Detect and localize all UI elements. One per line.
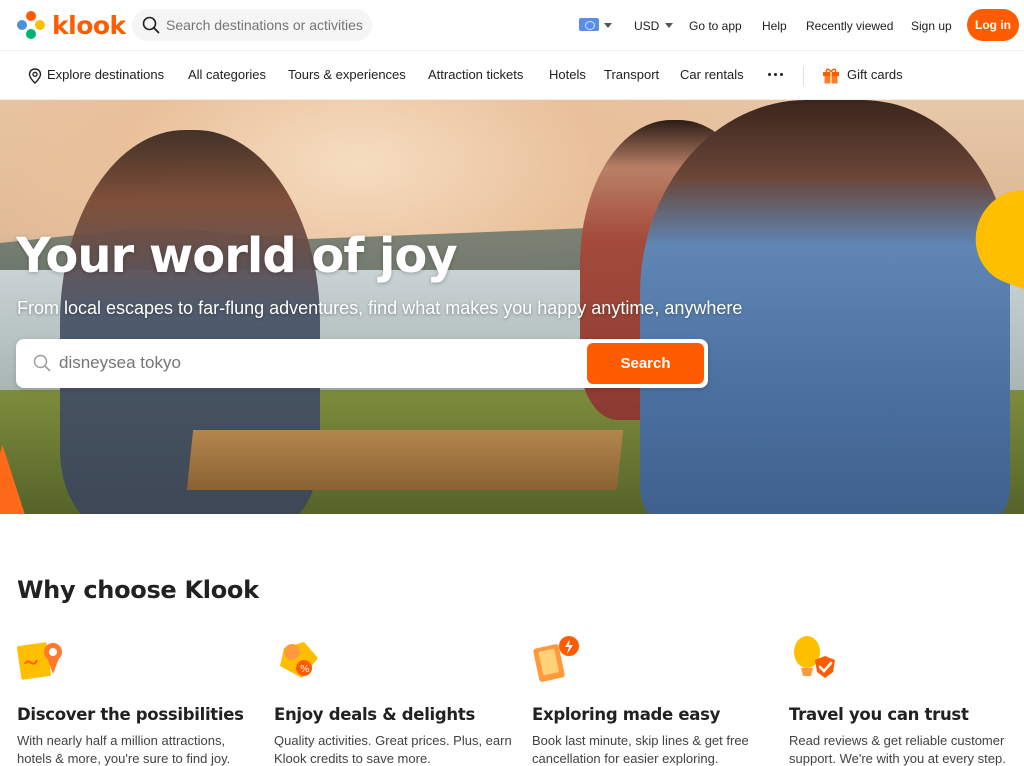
hero-title: Your world of joy: [16, 228, 458, 284]
search-button[interactable]: Search: [587, 343, 704, 384]
feature-description: Book last minute, skip lines & get free …: [532, 733, 749, 766]
klook-logo[interactable]: klook: [16, 10, 126, 40]
search-icon: [142, 16, 160, 34]
hero-picnic-table: [186, 430, 624, 490]
feature-description: Quality activities. Great prices. Plus, …: [274, 733, 512, 766]
nav-transport[interactable]: Transport: [604, 67, 659, 82]
chevron-down-icon[interactable]: [604, 23, 612, 28]
svg-text:%: %: [300, 664, 310, 675]
top-header: klook USD Go to app Help Recently viewed…: [0, 0, 1024, 51]
feature-card: Travel you can trust Read reviews & get …: [789, 634, 1024, 766]
chevron-down-icon: [665, 23, 674, 28]
hero-subtitle: From local escapes to far-flung adventur…: [17, 298, 743, 318]
nav-attraction-tickets[interactable]: Attraction tickets: [428, 67, 523, 82]
flag-icon[interactable]: [579, 18, 599, 31]
explore-destinations-link[interactable]: Explore destinations: [47, 67, 164, 82]
gift-cards-link[interactable]: Gift cards: [847, 67, 903, 82]
feature-title: Enjoy deals & delights: [274, 705, 475, 724]
divider: [803, 66, 804, 86]
header-search[interactable]: [132, 9, 372, 41]
feature-description: Read reviews & get reliable customer sup…: [789, 733, 1006, 766]
hero-banner: Your world of joy From local escapes to …: [0, 100, 1024, 514]
hero-search-input[interactable]: [59, 350, 559, 376]
nav-car-rentals[interactable]: Car rentals: [680, 67, 744, 82]
why-choose-heading: Why choose Klook: [17, 576, 259, 604]
header-search-input[interactable]: [166, 17, 366, 33]
location-pin-icon: [28, 68, 42, 84]
go-to-app-link[interactable]: Go to app: [689, 19, 742, 33]
nav-all-categories[interactable]: All categories: [188, 67, 266, 82]
hero-search-bar[interactable]: Search: [16, 339, 708, 388]
feature-title: Exploring made easy: [532, 705, 721, 724]
brand-name: klook: [52, 10, 126, 40]
currency-selector[interactable]: USD: [634, 0, 674, 51]
sign-up-link[interactable]: Sign up: [911, 19, 952, 33]
help-link[interactable]: Help: [762, 19, 787, 33]
phone-lightning-icon: [533, 636, 579, 682]
login-button[interactable]: Log in: [967, 9, 1019, 41]
gift-icon: [823, 68, 839, 84]
category-nav: Explore destinations All categories Tour…: [0, 51, 1024, 100]
nav-tours-experiences[interactable]: Tours & experiences: [288, 67, 406, 82]
nav-hotels[interactable]: Hotels: [549, 67, 586, 82]
currency-label: USD: [634, 18, 660, 33]
feature-description: With nearly half a million attractions, …: [17, 733, 231, 766]
search-icon: [33, 354, 51, 372]
feature-card: Discover the possibilities With nearly h…: [17, 634, 257, 766]
feature-card: % Enjoy deals & delights Quality activit…: [274, 634, 514, 766]
feature-title: Travel you can trust: [789, 705, 969, 724]
feature-title: Discover the possibilities: [17, 705, 244, 724]
more-icon[interactable]: [768, 73, 783, 76]
recently-viewed-link[interactable]: Recently viewed: [806, 19, 893, 33]
klook-logo-icon: [17, 11, 45, 39]
feature-card: Exploring made easy Book last minute, sk…: [532, 634, 772, 766]
balloon-shield-icon: [794, 636, 835, 678]
deal-tag-icon: %: [280, 642, 318, 678]
map-pin-icon: [17, 642, 62, 680]
